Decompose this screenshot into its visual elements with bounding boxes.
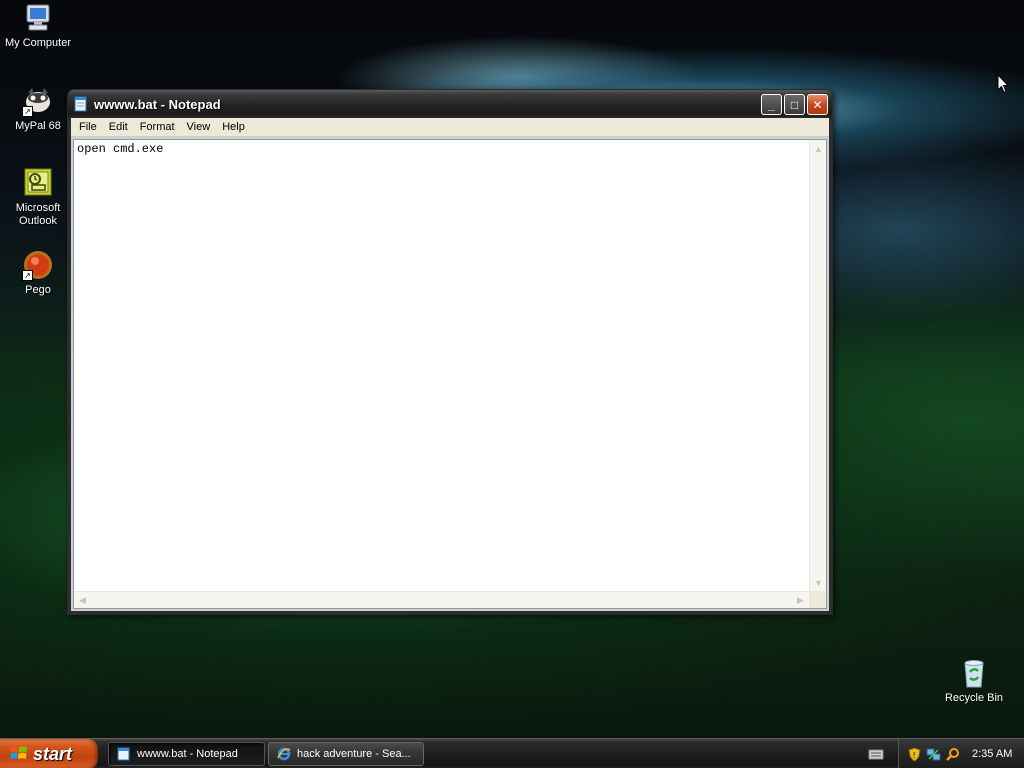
maximize-button[interactable]: □ <box>784 94 805 115</box>
shortcut-arrow-icon: ↗ <box>22 270 33 281</box>
desktop-icon-label: Recycle Bin <box>944 692 1004 704</box>
mypal-icon: ↗ <box>22 85 54 117</box>
desktop-icon-outlook[interactable]: Microsoft Outlook <box>0 167 76 228</box>
minimize-button[interactable]: _ <box>761 94 782 115</box>
ie-icon <box>277 747 291 761</box>
taskbar: start wwww.bat - Notepad hack adventure … <box>0 738 1024 768</box>
menu-edit[interactable]: Edit <box>103 119 134 136</box>
system-tray: ! 2:35 AM <box>898 739 1024 768</box>
menu-view[interactable]: View <box>181 119 217 136</box>
horizontal-scrollbar[interactable]: ◀ ▶ <box>74 591 809 608</box>
taskbar-item-browser[interactable]: hack adventure - Sea... <box>268 742 424 766</box>
scroll-right-icon[interactable]: ▶ <box>792 592 809 609</box>
taskbar-item-label: hack adventure - Sea... <box>297 748 411 760</box>
window-title: wwww.bat - Notepad <box>94 96 221 112</box>
desktop-icon-label: Microsoft Outlook <box>15 202 61 227</box>
window-body: File Edit Format View Help open cmd.exe … <box>68 118 832 614</box>
pego-icon: ↗ <box>22 249 54 281</box>
editor-text[interactable]: open cmd.exe <box>77 142 163 156</box>
window-titlebar[interactable]: wwww.bat - Notepad _ □ ✕ <box>68 90 832 118</box>
clock[interactable]: 2:35 AM <box>972 748 1012 760</box>
desktop-icon-mypal[interactable]: ↗ MyPal 68 <box>0 85 76 133</box>
desktop-icon-label: Pego <box>25 284 51 296</box>
mouse-cursor-icon <box>997 73 1010 94</box>
resize-grip[interactable] <box>809 591 826 608</box>
security-shield-icon[interactable]: ! <box>907 746 922 762</box>
menu-bar: File Edit Format View Help <box>71 118 829 137</box>
desktop-icon-label: MyPal 68 <box>15 120 61 132</box>
text-editor[interactable]: open cmd.exe ▲ ▼ ◀ ▶ <box>73 139 827 609</box>
notepad-icon <box>74 96 88 112</box>
desktop-icon-recycle-bin[interactable]: Recycle Bin <box>936 657 1012 705</box>
scroll-down-icon[interactable]: ▼ <box>810 574 827 591</box>
notepad-icon <box>117 747 131 761</box>
taskbar-item-label: wwww.bat - Notepad <box>137 748 238 760</box>
scroll-up-icon[interactable]: ▲ <box>810 140 827 157</box>
close-button[interactable]: ✕ <box>807 94 828 115</box>
recycle-bin-icon <box>958 657 990 689</box>
desktop-icon-label: My Computer <box>4 37 72 49</box>
shortcut-arrow-icon: ↗ <box>22 106 33 117</box>
menu-help[interactable]: Help <box>216 119 251 136</box>
desktop-icon-pego[interactable]: ↗ Pego <box>0 249 76 297</box>
search-icon[interactable] <box>945 747 960 762</box>
notepad-window[interactable]: wwww.bat - Notepad _ □ ✕ File Edit Forma… <box>67 89 833 615</box>
start-label: start <box>33 743 73 764</box>
keyboard-icon[interactable] <box>868 748 884 760</box>
scroll-left-icon[interactable]: ◀ <box>74 592 91 609</box>
network-icon[interactable] <box>926 747 941 762</box>
taskbar-item-notepad[interactable]: wwww.bat - Notepad <box>108 742 265 766</box>
menu-file[interactable]: File <box>73 119 103 136</box>
menu-format[interactable]: Format <box>134 119 181 136</box>
svg-text:!: ! <box>913 751 916 760</box>
outlook-icon <box>22 167 54 199</box>
windows-logo-icon <box>10 744 28 765</box>
desktop-icon-my-computer[interactable]: My Computer <box>0 2 76 50</box>
my-computer-icon <box>22 2 54 34</box>
vertical-scrollbar[interactable]: ▲ ▼ <box>809 140 826 591</box>
start-button[interactable]: start <box>0 739 98 768</box>
